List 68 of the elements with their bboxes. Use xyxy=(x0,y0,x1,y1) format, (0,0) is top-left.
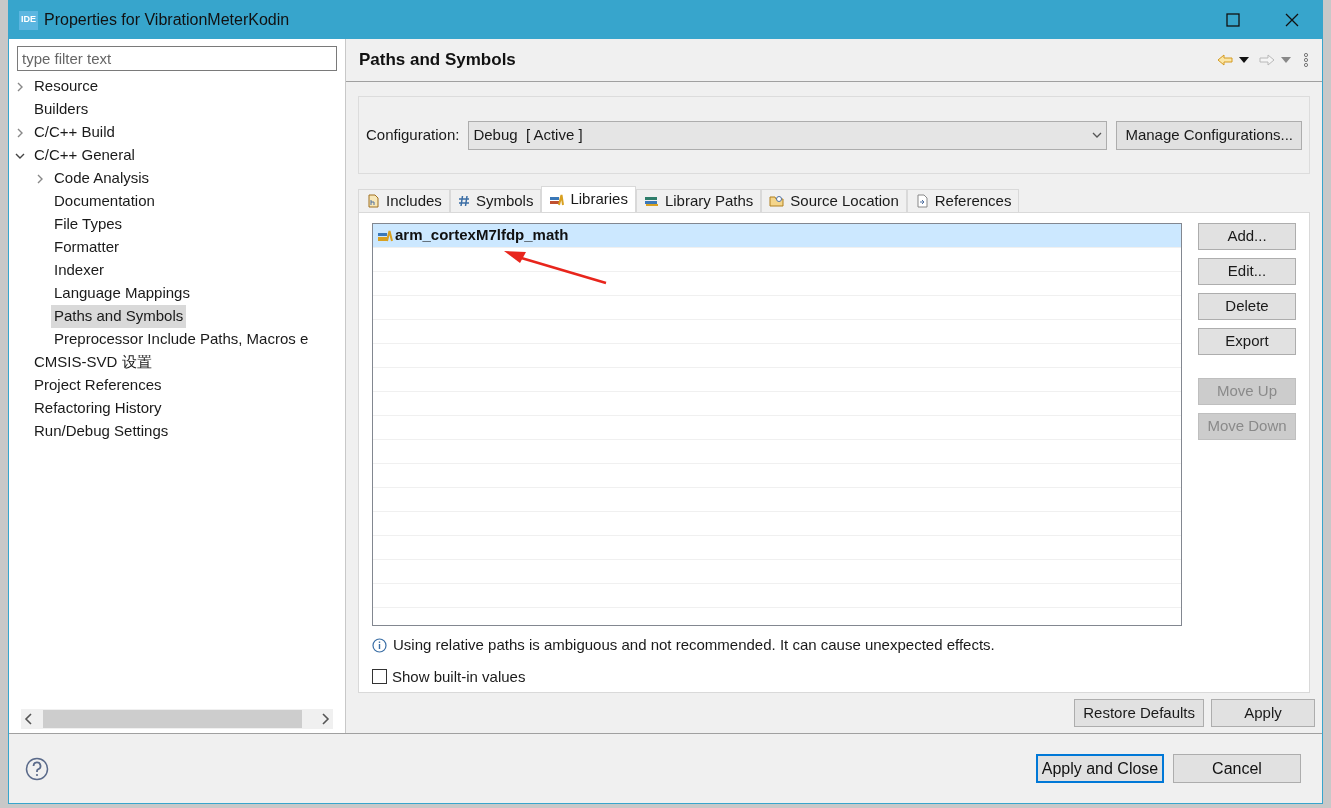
dropdown-icon[interactable] xyxy=(1239,57,1249,63)
tab[interactable]: Library Paths xyxy=(635,189,762,213)
cancel-button[interactable]: Cancel xyxy=(1173,754,1301,783)
info-icon xyxy=(372,637,387,653)
list-action-button[interactable]: Edit... xyxy=(1198,258,1296,285)
library-row[interactable]: arm_cortexM7lfdp_math xyxy=(373,224,1181,248)
tab-label: References xyxy=(934,190,1012,211)
maximize-icon[interactable] xyxy=(1226,13,1240,27)
tab-label: Symbols xyxy=(475,190,534,211)
apply-button[interactable]: Apply xyxy=(1211,699,1315,727)
checkbox-label: Show built-in values xyxy=(392,666,526,687)
tree-item[interactable]: Language Mappings xyxy=(51,282,193,305)
tree-item[interactable]: Run/Debug Settings xyxy=(31,420,172,443)
manage-configurations-button[interactable]: Manage Configurations... xyxy=(1116,120,1302,150)
tree-item[interactable]: C/C++ Build xyxy=(31,121,118,144)
tab-label: Library Paths xyxy=(664,190,754,211)
list-action-button[interactable]: Add... xyxy=(1198,223,1296,250)
tree-item[interactable]: Project References xyxy=(31,374,165,397)
scrollbar-thumb[interactable] xyxy=(43,710,302,728)
configuration-dropdown[interactable]: Debug [ Active ] xyxy=(468,120,1108,150)
tab[interactable]: Libraries xyxy=(541,186,636,213)
chevron-right-icon[interactable] xyxy=(15,127,25,138)
restore-defaults-button[interactable]: Restore Defaults xyxy=(1074,699,1204,727)
document-icon xyxy=(366,194,380,208)
chevron-right-icon[interactable] xyxy=(35,173,45,184)
filter-field[interactable]: type filter text xyxy=(17,46,337,71)
tab[interactable]: Includes xyxy=(358,189,450,213)
tree-item[interactable]: Code Analysis xyxy=(51,167,153,190)
list-action-button[interactable]: Export xyxy=(1198,328,1296,355)
tree-item[interactable]: File Types xyxy=(51,213,126,236)
books-icon xyxy=(549,192,565,207)
window-title: Properties for VibrationMeterKodin xyxy=(44,10,290,30)
tab-label: Source Location xyxy=(790,190,899,211)
chevron-down-icon xyxy=(1092,131,1103,139)
apply-and-close-button[interactable]: Apply and Close xyxy=(1036,754,1164,783)
chevron-right-icon[interactable] xyxy=(15,81,25,92)
more-icon[interactable] xyxy=(1303,53,1309,67)
tab[interactable]: References xyxy=(906,189,1020,213)
app-logo: IDE xyxy=(19,10,38,30)
tree-item[interactable]: Paths and Symbols xyxy=(51,305,187,328)
tab[interactable]: Source Location xyxy=(761,189,907,213)
checkbox[interactable] xyxy=(372,669,387,685)
list-action-button[interactable]: Delete xyxy=(1198,293,1296,320)
library-icon xyxy=(377,228,393,243)
document-icon xyxy=(914,194,929,208)
tree-item[interactable]: C/C++ General xyxy=(31,144,138,167)
folder-icon xyxy=(769,194,785,208)
close-icon[interactable] xyxy=(1284,12,1300,28)
configuration-label: Configuration: xyxy=(366,124,460,145)
library-name: arm_cortexM7lfdp_math xyxy=(395,225,569,246)
tab-label: Libraries xyxy=(570,189,628,210)
tree-item[interactable]: Refactoring History xyxy=(31,397,165,420)
tree-item[interactable]: Builders xyxy=(31,98,92,121)
tree-item[interactable]: Documentation xyxy=(51,190,158,213)
tree-item[interactable]: Resource xyxy=(31,75,102,98)
hash-icon xyxy=(457,195,470,207)
books-icon xyxy=(643,194,659,208)
help-icon[interactable] xyxy=(25,756,49,781)
tree-item[interactable]: Preprocessor Include Paths, Macros e xyxy=(51,328,312,351)
tab[interactable]: Symbols xyxy=(449,189,542,213)
tree-item[interactable]: Formatter xyxy=(51,236,122,259)
page-title: Paths and Symbols xyxy=(359,49,516,72)
back-arrow-icon[interactable] xyxy=(1217,54,1233,66)
horizontal-scrollbar[interactable] xyxy=(21,709,333,729)
tree-item[interactable]: Indexer xyxy=(51,259,108,282)
info-message: Using relative paths is ambiguous and not recommended. It can cause unexpected effects. xyxy=(393,635,995,655)
tree-item[interactable]: CMSIS-SVD 设置 xyxy=(31,351,155,374)
tab-label: Includes xyxy=(386,190,442,211)
